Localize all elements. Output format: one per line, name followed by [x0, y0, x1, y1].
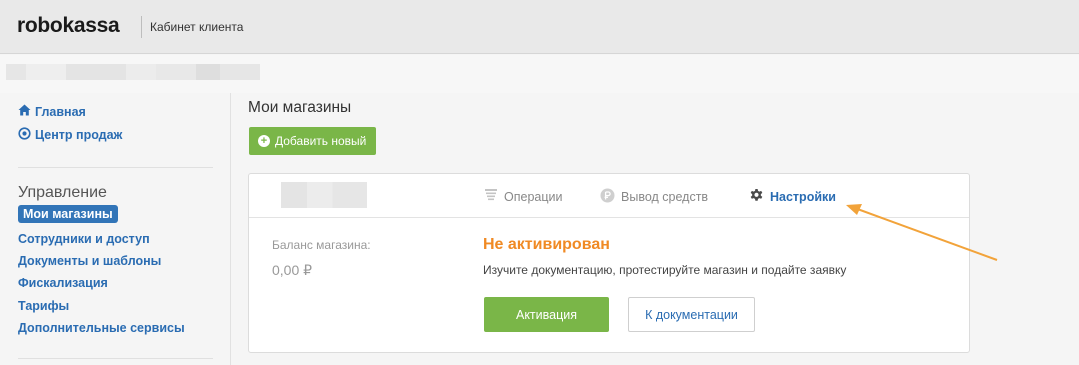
sidebar-item-fiscalization[interactable]: Фискализация: [18, 276, 108, 290]
redacted-account-info: [220, 64, 260, 80]
redacted-account-info: [6, 64, 26, 80]
tab-settings[interactable]: Настройки: [749, 188, 836, 206]
sidebar-item-documents[interactable]: Документы и шаблоны: [18, 254, 161, 268]
balance-label: Баланс магазина:: [272, 238, 371, 252]
sidebar-item-home[interactable]: Главная: [18, 104, 86, 119]
tab-label: Вывод средств: [621, 190, 709, 204]
sidebar-item-label: Главная: [35, 104, 86, 119]
add-new-shop-button[interactable]: + Добавить новый: [249, 127, 377, 155]
sidebar: Главная Центр продаж Управление Мои мага…: [0, 93, 231, 365]
sidebar-divider: [18, 167, 213, 168]
redacted-account-info: [196, 64, 220, 80]
page-title: Мои магазины: [248, 99, 352, 116]
docs-button[interactable]: К документации: [628, 297, 755, 332]
redacted-account-info: [126, 64, 156, 80]
tab-label: Операции: [504, 189, 563, 204]
status-description: Изучите документацию, протестируйте мага…: [483, 263, 847, 277]
robokassa-logo[interactable]: robokassa: [17, 14, 120, 38]
ruble-circle-icon: [600, 188, 615, 206]
cabinet-label: Кабинет клиента: [150, 20, 244, 34]
sidebar-item-sales-center[interactable]: Центр продаж: [18, 127, 122, 143]
sidebar-item-my-shops[interactable]: Мои магазины: [18, 205, 118, 223]
redacted-shop-name: [281, 182, 367, 208]
gear-icon: [749, 188, 764, 206]
shop-card-header: Операции Вывод средств Настройки: [249, 174, 969, 218]
list-icon: [484, 188, 498, 205]
tab-withdrawal[interactable]: Вывод средств: [600, 188, 708, 206]
redacted-account-info: [26, 64, 66, 80]
activate-button[interactable]: Активация: [484, 297, 609, 332]
sidebar-item-staff-access[interactable]: Сотрудники и доступ: [18, 232, 150, 246]
redacted-account-info: [66, 64, 126, 80]
add-button-label: Добавить новый: [275, 134, 367, 148]
balance-value: 0,00 ₽: [272, 262, 313, 278]
home-icon: [18, 104, 31, 119]
sidebar-item-label: Центр продаж: [35, 128, 123, 142]
shop-card: Операции Вывод средств Настройки Баланс …: [248, 173, 970, 353]
plus-circle-icon: +: [258, 135, 270, 147]
header-divider: [141, 16, 142, 38]
status-title: Не активирован: [483, 236, 610, 253]
sidebar-item-extra-services[interactable]: Дополнительные сервисы: [18, 321, 185, 335]
tab-operations[interactable]: Операции: [484, 188, 562, 205]
sidebar-divider: [18, 358, 213, 359]
target-icon: [18, 127, 31, 143]
sidebar-item-tariffs[interactable]: Тарифы: [18, 299, 69, 313]
redacted-account-info: [156, 64, 196, 80]
tab-label: Настройки: [770, 190, 836, 204]
account-strip: [0, 55, 1079, 93]
sidebar-section-title: Управление: [18, 184, 107, 201]
top-header: robokassa Кабинет клиента: [0, 0, 1079, 54]
